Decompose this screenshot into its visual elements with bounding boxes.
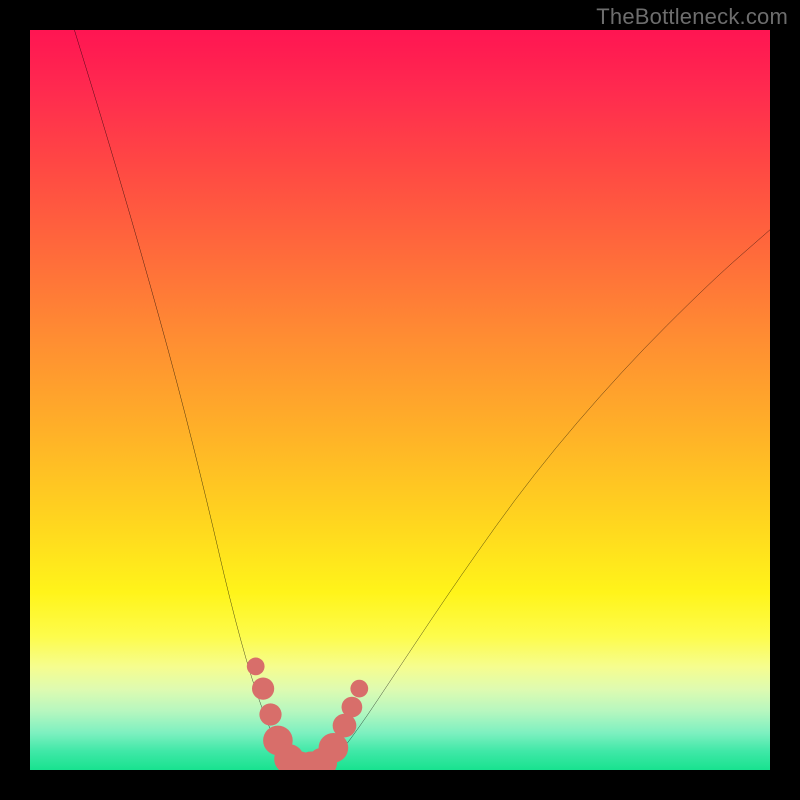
highlight-dot: [247, 658, 265, 676]
curve-layer: [30, 30, 770, 770]
highlight-dots-group: [247, 658, 368, 770]
highlight-dot: [252, 678, 274, 700]
watermark-text: TheBottleneck.com: [596, 4, 788, 30]
plot-area: [30, 30, 770, 770]
chart-frame: TheBottleneck.com: [0, 0, 800, 800]
highlight-dot: [342, 697, 363, 718]
highlight-dot: [259, 703, 281, 725]
right-branch-curve: [326, 230, 770, 770]
highlight-dot: [350, 680, 368, 698]
highlight-dot: [319, 733, 349, 763]
